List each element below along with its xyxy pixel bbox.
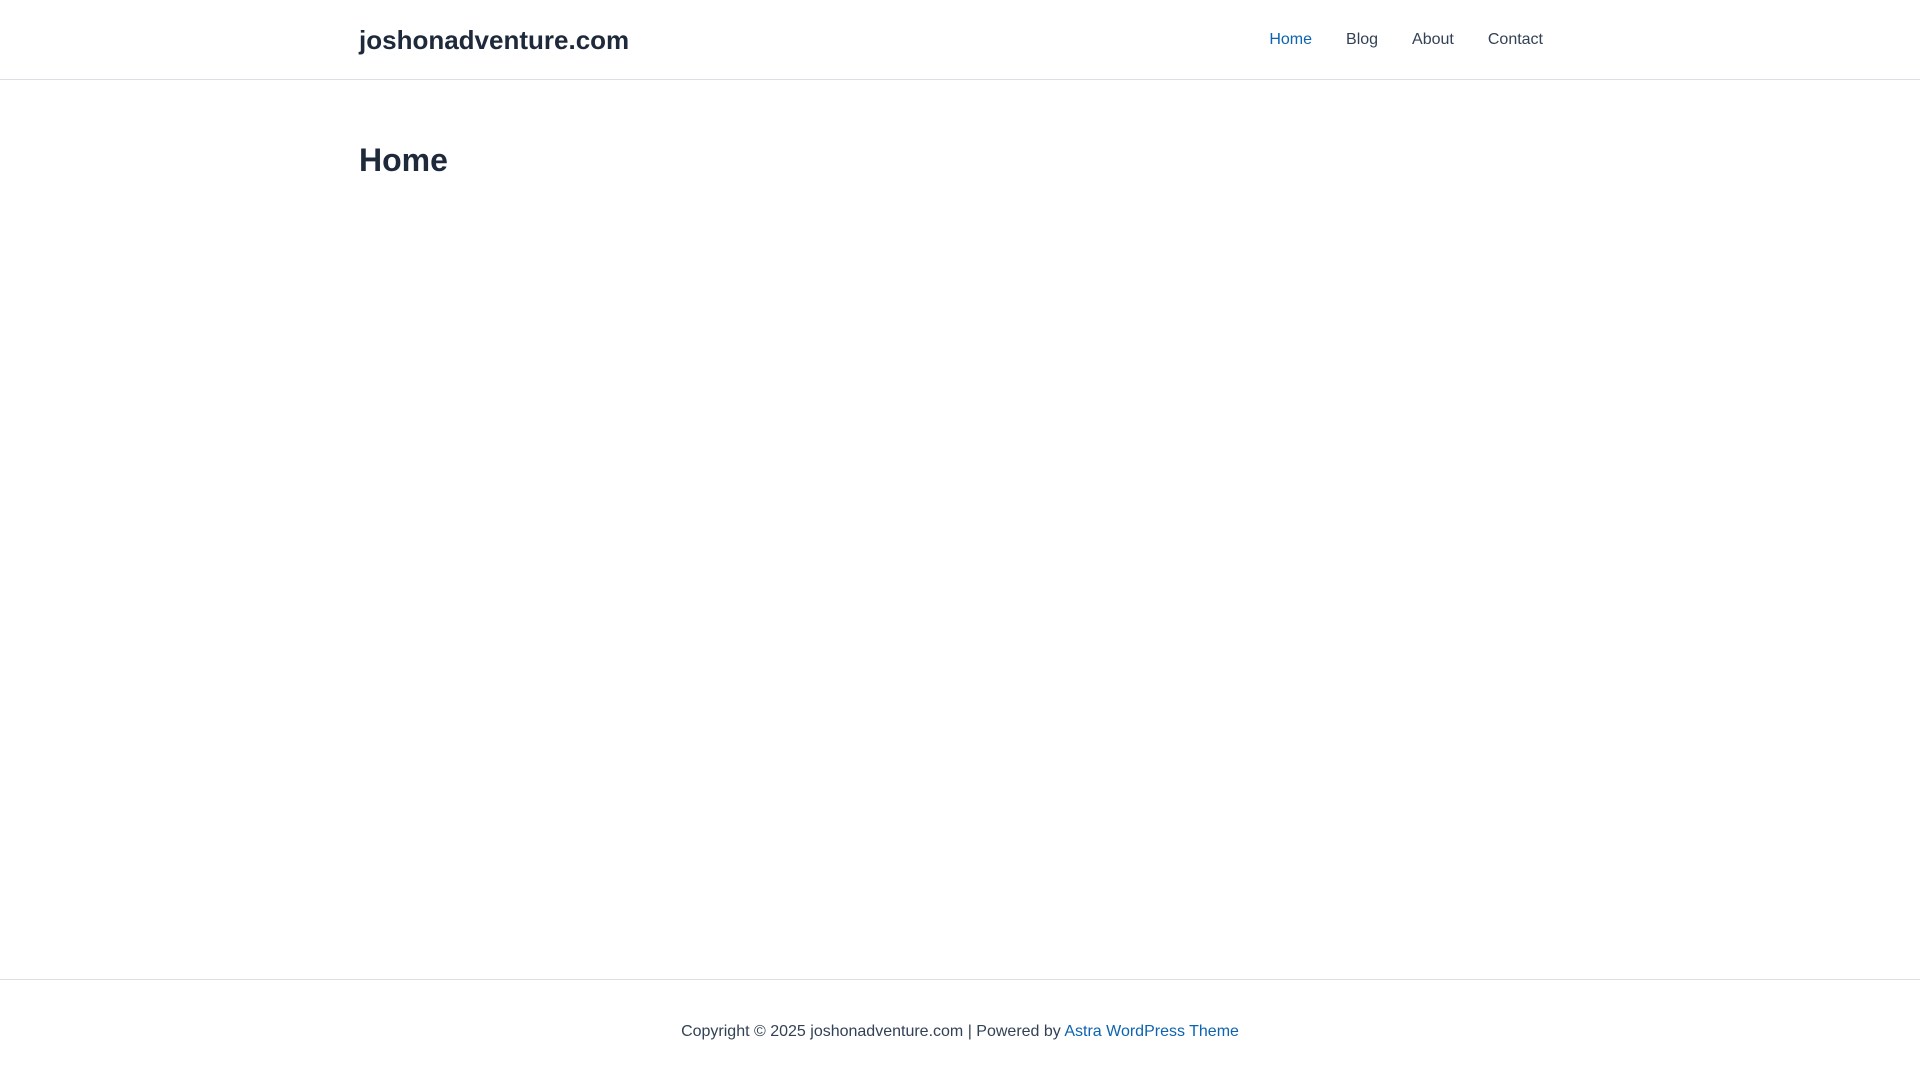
nav-item-blog[interactable]: Blog	[1329, 22, 1395, 58]
nav-item-home[interactable]: Home	[1252, 22, 1329, 58]
copyright-text: Copyright © 2025 joshonadventure.com | P…	[681, 1023, 1065, 1040]
nav-item-contact[interactable]: Contact	[1471, 22, 1543, 58]
site-footer: Copyright © 2025 joshonadventure.com | P…	[0, 979, 1920, 1080]
main-navigation: Home Blog About Contact	[1252, 22, 1543, 58]
site-header: joshonadventure.com Home Blog About Cont…	[0, 0, 1920, 80]
page-title: Home	[359, 142, 448, 178]
astra-theme-link[interactable]: Astra WordPress Theme	[1064, 1023, 1239, 1040]
footer-copyright: Copyright © 2025 joshonadventure.com | P…	[0, 1020, 1920, 1044]
site-title-link[interactable]: joshonadventure.com	[359, 22, 629, 58]
page: joshonadventure.com Home Blog About Cont…	[0, 0, 1920, 1080]
nav-item-about[interactable]: About	[1395, 22, 1471, 58]
